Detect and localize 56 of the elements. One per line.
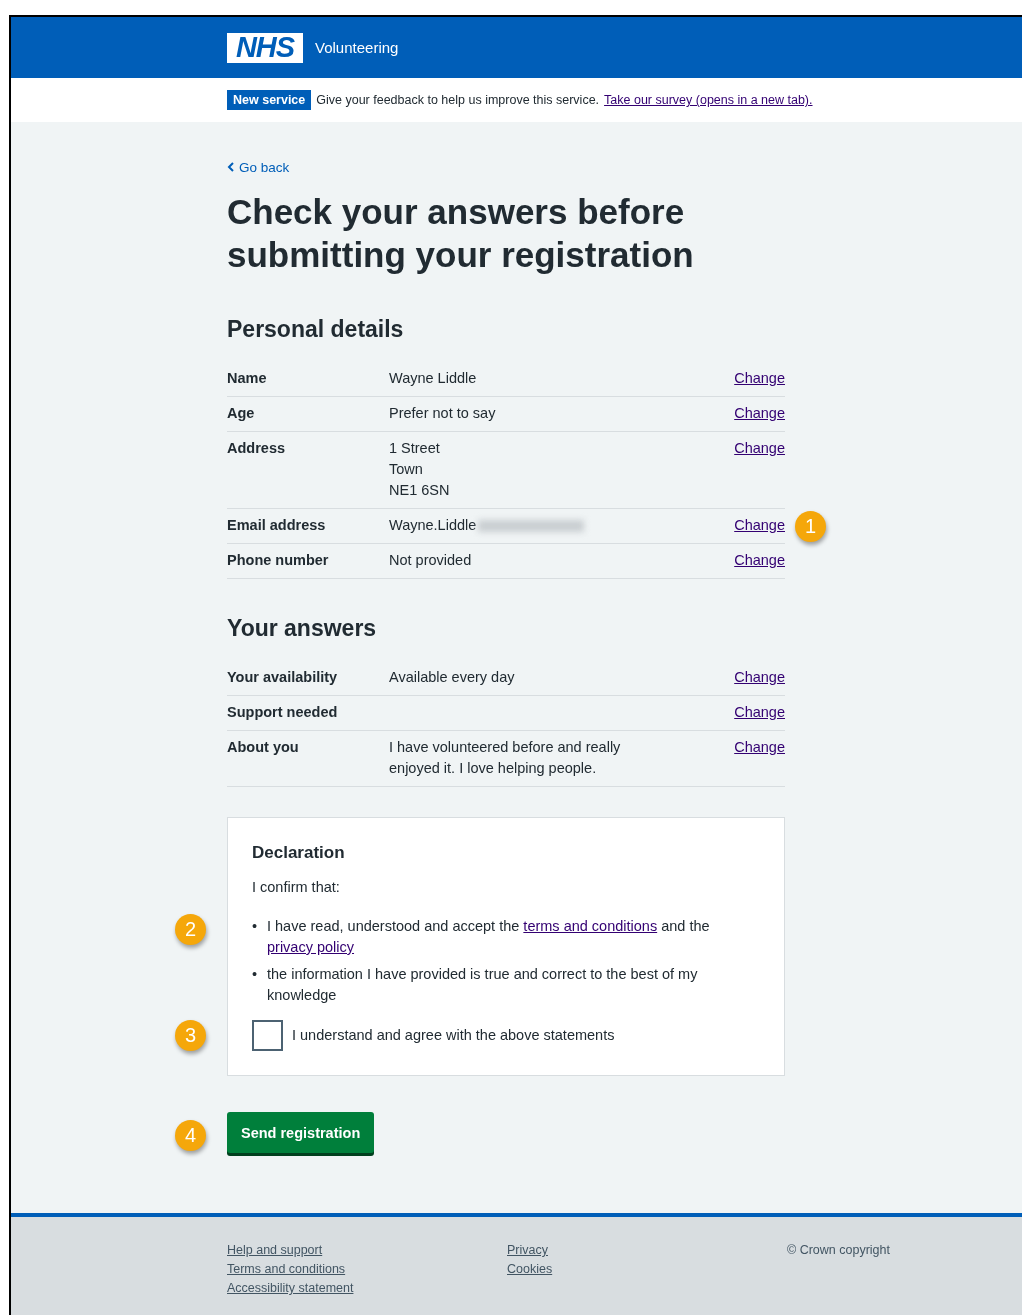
nhs-logo: NHS bbox=[227, 32, 303, 63]
footer-link[interactable]: Accessibility statement bbox=[227, 1281, 507, 1295]
agreement-checkbox[interactable] bbox=[252, 1020, 283, 1051]
policy-link[interactable]: terms and conditions bbox=[523, 918, 658, 934]
row-label: Support needed bbox=[227, 703, 339, 722]
change-link[interactable]: Change bbox=[725, 667, 785, 688]
row-value: I have volunteered before and really enjoyed it. I love helping people. bbox=[389, 738, 622, 778]
bullet-mark: • bbox=[252, 917, 259, 936]
row-value: Town bbox=[389, 460, 423, 479]
row-label: Name bbox=[227, 369, 268, 388]
bullet-mark: • bbox=[252, 965, 259, 984]
change-link[interactable]: Change bbox=[725, 550, 785, 571]
section-heading: Your answers bbox=[227, 614, 378, 643]
service-name: Volunteering bbox=[315, 39, 399, 56]
phase-tag: New service bbox=[227, 90, 312, 110]
row-value: NE1 6SN bbox=[389, 481, 450, 500]
copyright-text: © Crown copyright bbox=[787, 1243, 890, 1259]
back-link[interactable]: Go back bbox=[227, 159, 290, 175]
step-marker: 2 bbox=[175, 914, 206, 945]
feedback-text: Give your feedback to help us improve this service. bbox=[316, 93, 600, 107]
change-link[interactable]: Change bbox=[725, 515, 785, 536]
footer-link[interactable]: Terms and conditions bbox=[227, 1262, 507, 1276]
change-link[interactable]: Change bbox=[725, 403, 785, 424]
row-value: Available every day bbox=[389, 668, 515, 687]
row-value: 1 Street bbox=[389, 439, 440, 458]
step-marker: 4 bbox=[175, 1120, 206, 1151]
row-label: Email address bbox=[227, 516, 327, 535]
declaration-statement: the information I have provided is true and correct to the best of my knowledge bbox=[267, 965, 699, 1005]
chevron-left-icon bbox=[227, 162, 235, 172]
row-value: Not provided bbox=[389, 551, 472, 570]
checkbox-label: I understand and agree with the above statements bbox=[292, 1026, 615, 1045]
step-marker: 3 bbox=[175, 1020, 206, 1051]
policy-link[interactable]: privacy policy bbox=[267, 939, 355, 955]
declaration-statement: I have read, understood and accept the terms and conditions and the privacy policy bbox=[267, 917, 711, 957]
row-value: Prefer not to say bbox=[389, 404, 496, 423]
footer-link[interactable]: Cookies bbox=[507, 1262, 787, 1276]
change-link[interactable]: Change bbox=[725, 737, 785, 779]
row-label: Phone number bbox=[227, 551, 330, 570]
declaration-heading: Declaration bbox=[252, 842, 346, 863]
row-label: Your availability bbox=[227, 668, 339, 687]
row-value: Wayne Liddle bbox=[389, 369, 477, 388]
footer-link[interactable]: Privacy bbox=[507, 1243, 787, 1257]
row-label: Address bbox=[227, 439, 287, 458]
change-link[interactable]: Change bbox=[725, 368, 785, 389]
send-registration-button[interactable]: Send registration bbox=[227, 1112, 375, 1153]
footer-link[interactable]: Help and support bbox=[227, 1243, 507, 1257]
section-heading: Personal details bbox=[227, 315, 405, 344]
change-link[interactable]: Change bbox=[725, 438, 785, 501]
row-label: About you bbox=[227, 738, 300, 757]
row-label: Age bbox=[227, 404, 256, 423]
row-value: Wayne.Liddle bbox=[389, 516, 477, 535]
survey-link[interactable]: Take our survey (opens in a new tab). bbox=[604, 93, 813, 107]
change-link[interactable]: Change bbox=[725, 702, 785, 723]
page-title: Check your answers before submitting your registration bbox=[227, 191, 695, 276]
declaration-intro: I confirm that: bbox=[252, 878, 341, 897]
step-marker: 1 bbox=[795, 511, 826, 542]
